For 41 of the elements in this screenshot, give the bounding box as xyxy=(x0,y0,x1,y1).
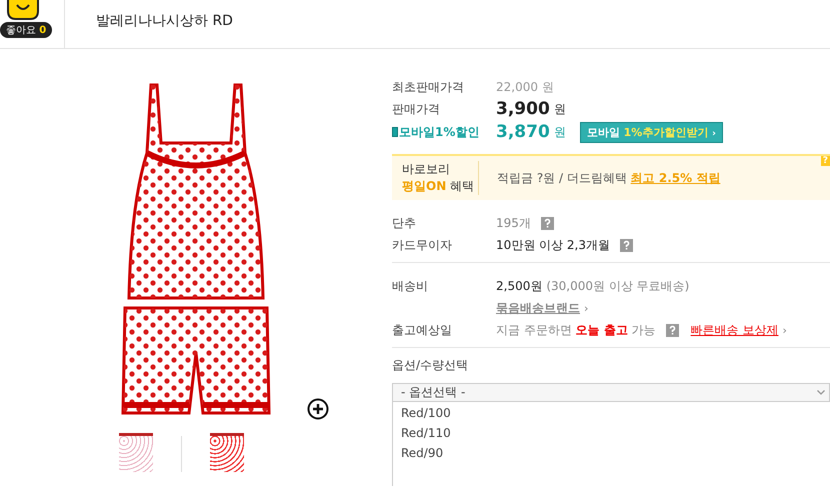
chevron-icon: › xyxy=(782,324,787,336)
shipping-fee: 2,500원 xyxy=(496,278,542,294)
sale-price: 3,900 xyxy=(496,99,550,119)
currency-unit: 원 xyxy=(554,100,566,118)
bundle-brand-link[interactable]: 묶음배송브랜드 xyxy=(496,300,580,316)
field-value: 10만원 이상 2,3개월 xyxy=(496,236,610,254)
shipping-note: (30,000원 이상 무료배송) xyxy=(546,278,690,294)
help-icon[interactable] xyxy=(666,324,679,336)
fast-delivery-link[interactable]: 빠른배송 보상제 xyxy=(690,322,778,338)
mobile-discount-label: 모바일1%할인 xyxy=(399,124,480,140)
option-select[interactable]: - 옵션선택 - xyxy=(392,383,830,402)
mobile-price: 3,870 xyxy=(496,122,550,142)
field-label: 최초판매가격 xyxy=(392,78,465,96)
benefit-title: 바로보리 xyxy=(402,161,451,178)
benefit-highlight-text: 평일ON xyxy=(402,179,446,193)
dropdown-caret-icon xyxy=(817,390,825,395)
field-label: 출고예상일 xyxy=(392,322,453,338)
product-thumbnail[interactable] xyxy=(210,433,244,472)
option-label: 옵션/수량선택 xyxy=(392,357,470,374)
field-label: 카드무이자 xyxy=(392,236,453,254)
release-text: 지금 주문하면 오늘 출고 가능 xyxy=(496,322,656,338)
product-name: 발레리나나시상하 RD xyxy=(96,13,233,29)
currency-unit: 원 xyxy=(554,124,566,140)
option-item[interactable]: Red/100 xyxy=(401,406,830,426)
product-thumbnail[interactable] xyxy=(118,433,152,472)
help-icon[interactable] xyxy=(620,238,633,252)
help-icon[interactable] xyxy=(540,216,554,230)
phone-icon xyxy=(392,127,398,137)
option-item[interactable]: Red/110 xyxy=(401,426,830,446)
zoom-in-icon[interactable] xyxy=(307,398,329,420)
option-item[interactable]: Red/90 xyxy=(401,446,830,466)
field-label: 판매가격 xyxy=(392,100,441,118)
field-label: 배송비 xyxy=(392,278,429,294)
original-price: 22,000 원 xyxy=(496,78,554,96)
chevron-icon: › xyxy=(584,302,588,314)
field-value: 195개 xyxy=(496,214,531,232)
benefit-label: 혜택 xyxy=(450,179,474,193)
field-label: 단추 xyxy=(392,214,417,232)
reward-text: 적립금 ?원 / 더드림혜택 xyxy=(497,170,627,184)
smiley-icon xyxy=(4,0,42,21)
like-button[interactable]: 좋아요 0 xyxy=(0,22,52,38)
